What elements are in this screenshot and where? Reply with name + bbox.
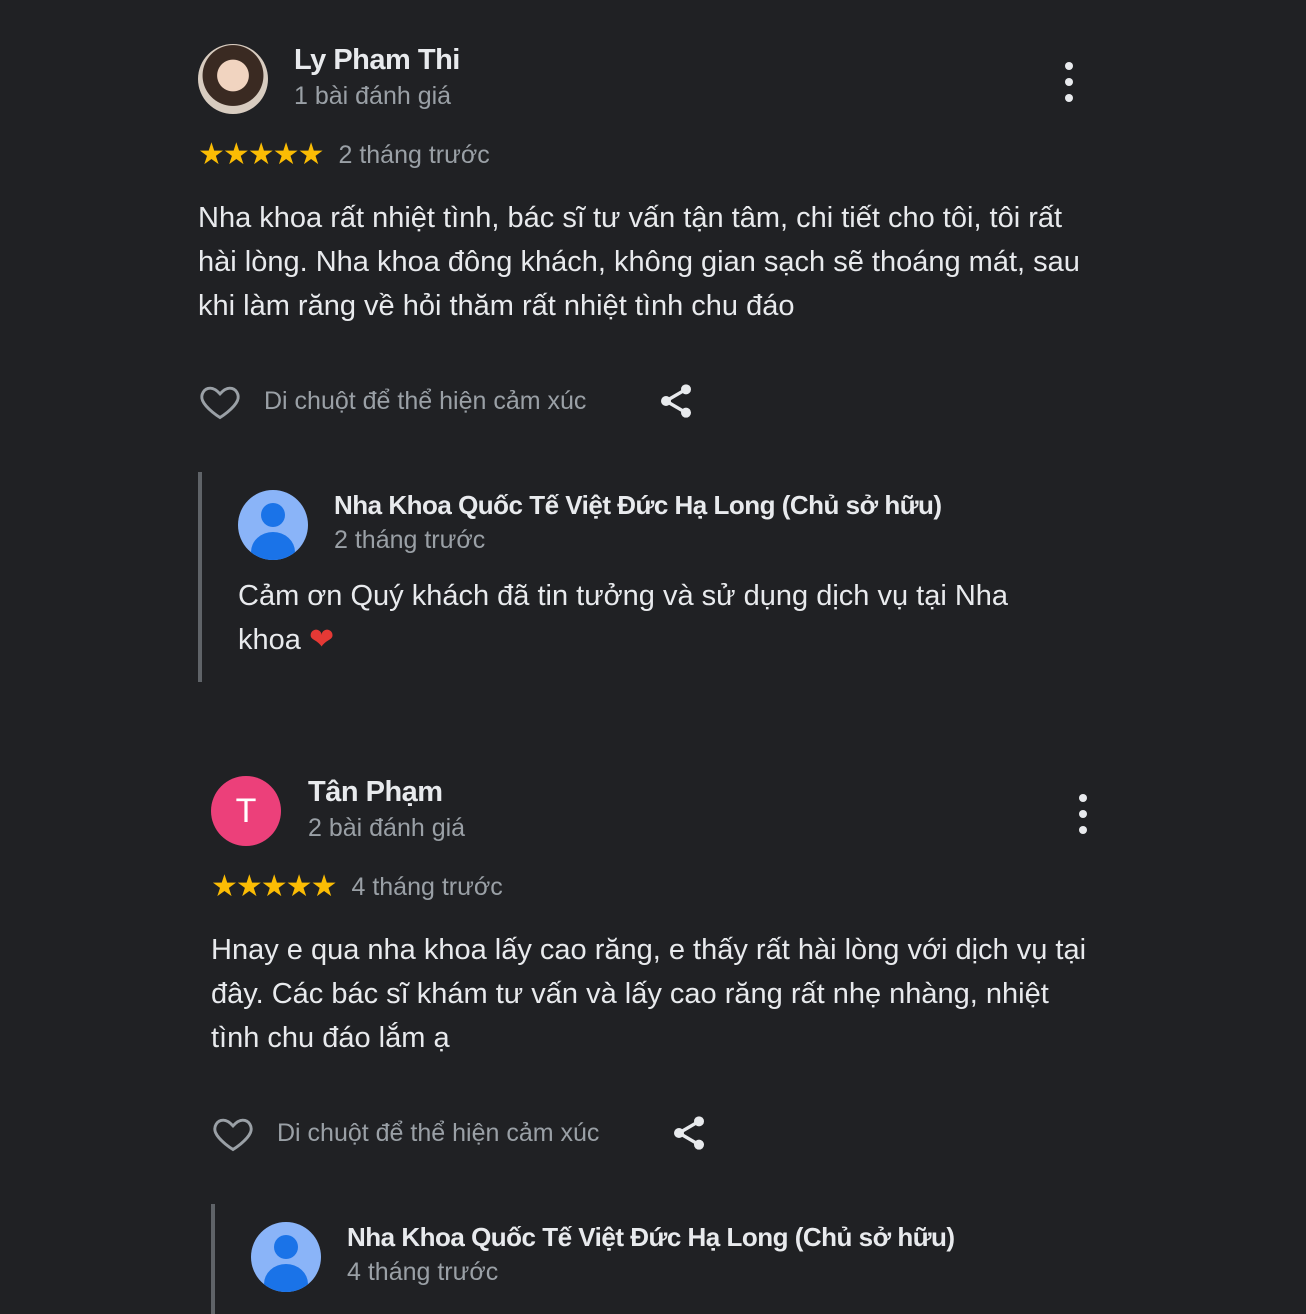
owner-avatar [238, 490, 308, 560]
avatar[interactable] [198, 44, 268, 114]
reply-time: 2 tháng trước [334, 526, 486, 554]
reviewer-review-count[interactable]: 2 bài đánh giá [308, 814, 465, 843]
review-header: Ly Pham Thi 1 bài đánh giá [198, 42, 1098, 132]
reply-time: 4 tháng trước [347, 1258, 499, 1286]
share-icon[interactable] [656, 381, 696, 421]
star-rating: ★★★★★ [198, 138, 324, 171]
more-options-button[interactable] [1073, 794, 1093, 834]
react-label[interactable]: Di chuột để thể hiện cảm xúc [264, 387, 586, 416]
reviewer-name[interactable]: Tân Phạm [308, 776, 443, 809]
heart-emoji-icon: ❤ [308, 623, 335, 656]
person-icon [261, 503, 285, 527]
owner-reply: Nha Khoa Quốc Tế Việt Đức Hạ Long (Chủ s… [211, 1204, 1095, 1314]
star-rating: ★★★★★ [211, 870, 337, 903]
more-vert-icon [1079, 794, 1087, 802]
review-actions: Di chuột để thể hiện cảm xúc [198, 379, 696, 423]
heart-icon[interactable] [211, 1111, 255, 1155]
rating-row: ★★★★★ 2 tháng trước [198, 140, 490, 170]
rating-row: ★★★★★ 4 tháng trước [211, 872, 503, 902]
review-card: T Tân Phạm 2 bài đánh giá ★★★★★ 4 tháng … [211, 774, 1111, 1314]
person-icon [274, 1235, 298, 1259]
review-text: Hnay e qua nha khoa lấy cao răng, e thấy… [211, 934, 1087, 1054]
review-time: 4 tháng trước [351, 872, 503, 901]
heart-icon[interactable] [198, 379, 242, 423]
review-text: Nha khoa rất nhiệt tình, bác sĩ tư vấn t… [198, 202, 1080, 322]
more-vert-icon [1065, 62, 1073, 70]
avatar[interactable]: T [211, 776, 281, 846]
review-card: Ly Pham Thi 1 bài đánh giá ★★★★★ 2 tháng… [198, 42, 1098, 682]
reply-text-body: Cảm ơn Quý khách đã tin tưởng và sử dụng… [238, 580, 1009, 656]
review-header: T Tân Phạm 2 bài đánh giá [211, 774, 1111, 864]
reviewer-review-count[interactable]: 1 bài đánh giá [294, 82, 451, 111]
reviewer-name[interactable]: Ly Pham Thi [294, 44, 460, 77]
react-label[interactable]: Di chuột để thể hiện cảm xúc [277, 1119, 599, 1148]
review-actions: Di chuột để thể hiện cảm xúc [211, 1111, 709, 1155]
reply-text: Cảm ơn Quý khách đã tin tưởng và sử dụng… [238, 574, 1078, 662]
share-icon[interactable] [669, 1113, 709, 1153]
owner-name: Nha Khoa Quốc Tế Việt Đức Hạ Long (Chủ s… [347, 1222, 955, 1252]
more-options-button[interactable] [1059, 62, 1079, 102]
owner-reply: Nha Khoa Quốc Tế Việt Đức Hạ Long (Chủ s… [198, 472, 1082, 682]
owner-name: Nha Khoa Quốc Tế Việt Đức Hạ Long (Chủ s… [334, 490, 942, 520]
review-time: 2 tháng trước [338, 140, 490, 169]
owner-avatar [251, 1222, 321, 1292]
